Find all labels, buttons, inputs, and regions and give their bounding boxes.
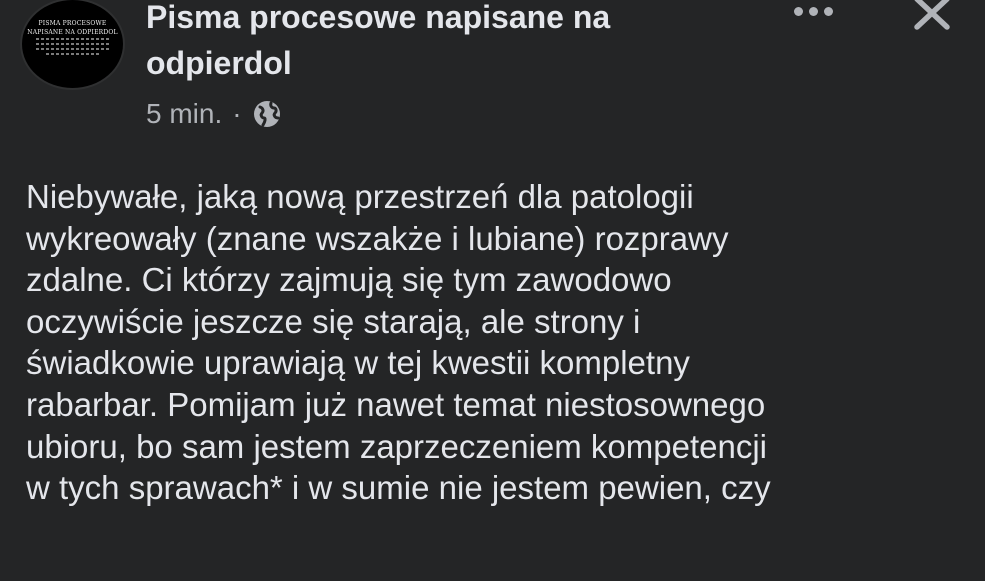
more-dot xyxy=(793,6,803,16)
avatar-fine-print xyxy=(36,38,109,40)
avatar-fine-print xyxy=(36,48,109,50)
post-body-line: zdalne. Ci którzy zajmują się tym zawodo… xyxy=(26,261,672,299)
post-body-line: ubioru, bo sam jestem zaprzeczeniem komp… xyxy=(26,427,768,465)
avatar-logo-line2: NAPISANE NA ODPIERDOL xyxy=(27,29,118,36)
post-body: Niebywałe, jaką nową przestrzeń dla pato… xyxy=(26,176,971,509)
page-name-link[interactable]: Pisma procesowe napisane na odpierdol xyxy=(146,0,746,86)
post-body-line: w tych sprawach* i w sumie nie jestem pe… xyxy=(26,469,771,507)
post-body-line: wykreowały (znane wszakże i lubiane) roz… xyxy=(26,219,729,257)
page-name-line1: Pisma procesowe napisane na xyxy=(146,0,611,35)
avatar-fine-print xyxy=(46,53,99,55)
globe-icon[interactable] xyxy=(252,99,282,129)
close-icon[interactable] xyxy=(910,0,954,32)
post-body-line: świadkowie uprawiają w tej kwestii kompl… xyxy=(26,344,690,382)
post-body-line: rabarbar. Pomijam już nawet temat niesto… xyxy=(26,385,766,423)
page-avatar[interactable]: PISMA PROCESOWE NAPISANE NA ODPIERDOL xyxy=(22,0,123,88)
post-body-line: oczywiście jeszcze się starają, ale stro… xyxy=(26,302,641,340)
more-dot xyxy=(823,6,833,16)
page-name-line2: odpierdol xyxy=(146,45,292,81)
post-body-line: Niebywałe, jaką nową przestrzeń dla pato… xyxy=(26,178,694,215)
avatar-logo-line1: PISMA PROCESOWE xyxy=(38,20,107,27)
post-card: PISMA PROCESOWE NAPISANE NA ODPIERDOL Pi… xyxy=(0,0,985,581)
post-timestamp[interactable]: 5 min. xyxy=(146,98,222,130)
more-options-icon[interactable] xyxy=(789,0,837,22)
avatar-fine-print xyxy=(36,43,109,45)
meta-separator: · xyxy=(232,98,242,129)
post-meta: 5 min. · xyxy=(146,96,282,132)
more-dot xyxy=(808,6,818,16)
